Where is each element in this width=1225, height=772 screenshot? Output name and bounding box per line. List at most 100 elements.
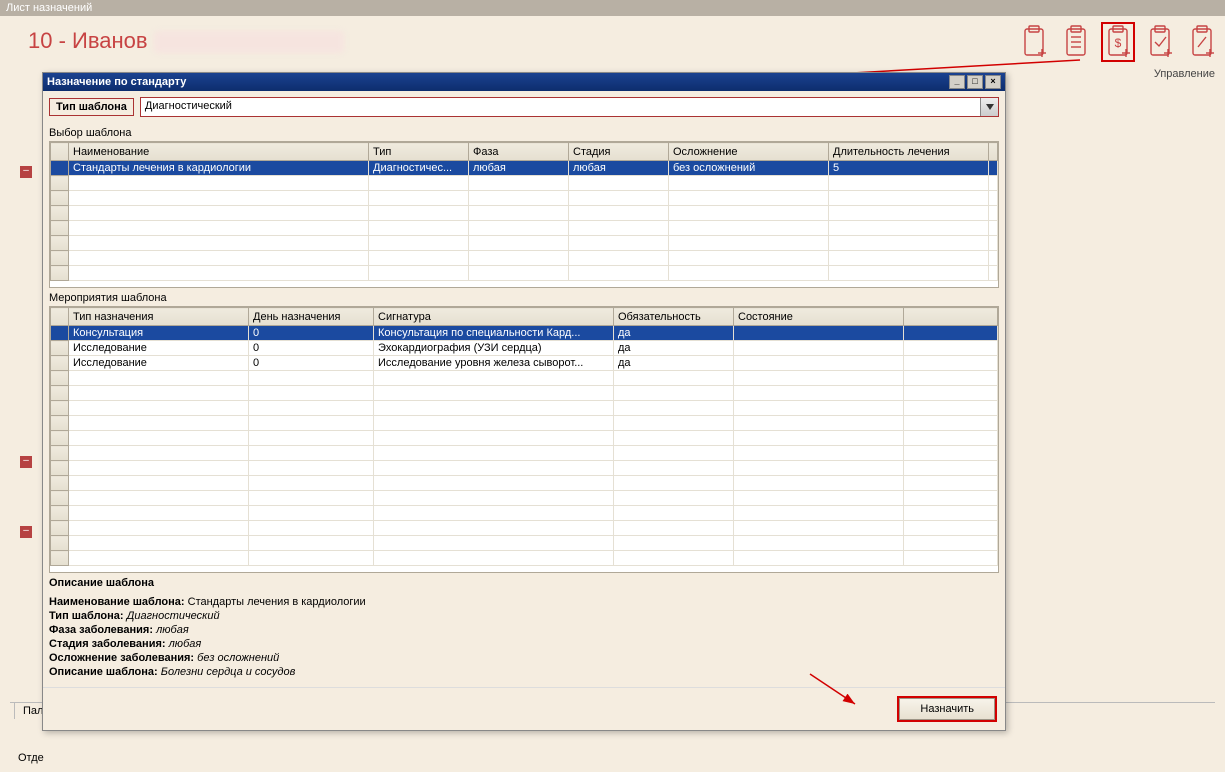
dialog-title: Назначение по стандарту bbox=[47, 76, 947, 88]
window-minimize-button[interactable]: _ bbox=[949, 75, 965, 89]
table-cell[interactable]: Стандарты лечения в кардиологии bbox=[69, 161, 369, 176]
table-cell[interactable] bbox=[734, 341, 904, 356]
table-cell[interactable]: 0 bbox=[249, 341, 374, 356]
table-cell[interactable]: Эхокардиография (УЗИ сердца) bbox=[374, 341, 614, 356]
col-rownum[interactable] bbox=[51, 143, 69, 161]
standard-assignment-dialog: Назначение по стандарту _ □ × Тип шаблон… bbox=[42, 72, 1006, 731]
table-row-empty bbox=[51, 191, 998, 206]
col-spacer bbox=[904, 308, 998, 326]
row-handle[interactable] bbox=[51, 326, 69, 341]
table-cell[interactable]: 0 bbox=[249, 356, 374, 371]
window-maximize-button[interactable]: □ bbox=[967, 75, 983, 89]
table-cell[interactable]: Исследование bbox=[69, 341, 249, 356]
table-row-empty bbox=[51, 446, 998, 461]
table-row-empty bbox=[51, 416, 998, 431]
table-row-empty bbox=[51, 371, 998, 386]
table-cell[interactable]: Диагностичес... bbox=[369, 161, 469, 176]
templates-table[interactable]: Наименование Тип Фаза Стадия Осложнение … bbox=[49, 141, 999, 288]
table-cell[interactable]: любая bbox=[469, 161, 569, 176]
col-complication[interactable]: Осложнение bbox=[669, 143, 829, 161]
page-area: 10 - Иванов – – – $ Управление Пала Отде bbox=[0, 16, 1225, 772]
patient-id-name: 10 - Иванов bbox=[28, 28, 148, 53]
table-cell[interactable]: без осложнений bbox=[669, 161, 829, 176]
col-duration[interactable]: Длительность лечения bbox=[829, 143, 989, 161]
table-cell[interactable]: Исследование уровня железа сыворот... bbox=[374, 356, 614, 371]
clipboard-edit-icon[interactable] bbox=[1185, 22, 1219, 62]
ribbon-group-label: Управление bbox=[1154, 68, 1215, 80]
table-cell[interactable]: 0 bbox=[249, 326, 374, 341]
events-table[interactable]: Тип назначения День назначения Сигнатура… bbox=[49, 306, 999, 573]
table-row-empty bbox=[51, 401, 998, 416]
desc-name-value: Стандарты лечения в кардиологии bbox=[188, 596, 366, 608]
table-row-empty bbox=[51, 206, 998, 221]
assign-button[interactable]: Назначить bbox=[899, 698, 995, 720]
table-cell[interactable]: 5 bbox=[829, 161, 989, 176]
col-assign-type[interactable]: Тип назначения bbox=[69, 308, 249, 326]
table-header-row: Наименование Тип Фаза Стадия Осложнение … bbox=[51, 143, 998, 161]
table-cell-spacer bbox=[904, 356, 998, 371]
col-phase[interactable]: Фаза bbox=[469, 143, 569, 161]
col-rownum[interactable] bbox=[51, 308, 69, 326]
desc-compl-value: без осложнений bbox=[197, 652, 279, 664]
clipboard-check-icon[interactable] bbox=[1143, 22, 1177, 62]
table-row-empty bbox=[51, 251, 998, 266]
table-row-empty bbox=[51, 536, 998, 551]
table-cell[interactable]: да bbox=[614, 341, 734, 356]
table-cell[interactable]: Исследование bbox=[69, 356, 249, 371]
collapse-toggle-icon[interactable]: – bbox=[20, 526, 32, 538]
table-cell-spacer bbox=[989, 161, 998, 176]
col-mandatory[interactable]: Обязательность bbox=[614, 308, 734, 326]
table-cell[interactable]: Консультация bbox=[69, 326, 249, 341]
desc-phase-value: любая bbox=[156, 624, 189, 636]
collapse-toggle-icon[interactable]: – bbox=[20, 456, 32, 468]
table-row[interactable]: Исследование0Исследование уровня железа … bbox=[51, 356, 998, 371]
desc-compl-label: Осложнение заболевания: bbox=[49, 652, 194, 664]
assign-button-highlight: Назначить bbox=[897, 696, 997, 722]
table-cell[interactable]: да bbox=[614, 326, 734, 341]
table-cell[interactable]: да bbox=[614, 356, 734, 371]
template-type-select[interactable]: Диагностический bbox=[140, 97, 999, 117]
table-row-empty bbox=[51, 476, 998, 491]
dialog-footer: Назначить bbox=[43, 687, 1005, 730]
col-signature[interactable]: Сигнатура bbox=[374, 308, 614, 326]
clipboard-list-icon[interactable] bbox=[1059, 22, 1093, 62]
clipboard-dollar-icon[interactable]: $ bbox=[1101, 22, 1135, 62]
row-handle[interactable] bbox=[51, 161, 69, 176]
section-select-template: Выбор шаблона bbox=[43, 123, 1005, 141]
table-row-empty bbox=[51, 386, 998, 401]
desc-name-label: Наименование шаблона: bbox=[49, 596, 185, 608]
ribbon-toolbar: $ bbox=[1017, 22, 1219, 62]
section-template-description: Описание шаблона bbox=[43, 573, 1005, 591]
col-name[interactable]: Наименование bbox=[69, 143, 369, 161]
table-row[interactable]: Стандарты лечения в кардиологииДиагности… bbox=[51, 161, 998, 176]
svg-text:$: $ bbox=[1115, 36, 1122, 50]
dept-label: Отде bbox=[18, 752, 44, 764]
table-row-empty bbox=[51, 506, 998, 521]
template-type-value: Диагностический bbox=[141, 98, 980, 116]
desc-stage-value: любая bbox=[169, 638, 202, 650]
col-type[interactable]: Тип bbox=[369, 143, 469, 161]
window-close-button[interactable]: × bbox=[985, 75, 1001, 89]
dropdown-arrow-icon[interactable] bbox=[980, 98, 998, 116]
dialog-titlebar[interactable]: Назначение по стандарту _ □ × bbox=[43, 73, 1005, 91]
table-row-empty bbox=[51, 491, 998, 506]
clipboard-plus-icon[interactable] bbox=[1017, 22, 1051, 62]
table-row-empty bbox=[51, 431, 998, 446]
table-cell-spacer bbox=[904, 326, 998, 341]
table-row[interactable]: Консультация0Консультация по специальнос… bbox=[51, 326, 998, 341]
table-cell[interactable] bbox=[734, 356, 904, 371]
table-cell[interactable] bbox=[734, 326, 904, 341]
table-cell[interactable]: Консультация по специальности Кард... bbox=[374, 326, 614, 341]
template-type-label: Тип шаблона bbox=[49, 98, 134, 116]
patient-header: 10 - Иванов bbox=[28, 28, 344, 54]
row-handle[interactable] bbox=[51, 341, 69, 356]
col-stage[interactable]: Стадия bbox=[569, 143, 669, 161]
section-template-events: Мероприятия шаблона bbox=[43, 288, 1005, 306]
collapse-toggle-icon[interactable]: – bbox=[20, 166, 32, 178]
table-row[interactable]: Исследование0Эхокардиография (УЗИ сердца… bbox=[51, 341, 998, 356]
table-row-empty bbox=[51, 221, 998, 236]
row-handle[interactable] bbox=[51, 356, 69, 371]
col-state[interactable]: Состояние bbox=[734, 308, 904, 326]
table-cell[interactable]: любая bbox=[569, 161, 669, 176]
col-day[interactable]: День назначения bbox=[249, 308, 374, 326]
